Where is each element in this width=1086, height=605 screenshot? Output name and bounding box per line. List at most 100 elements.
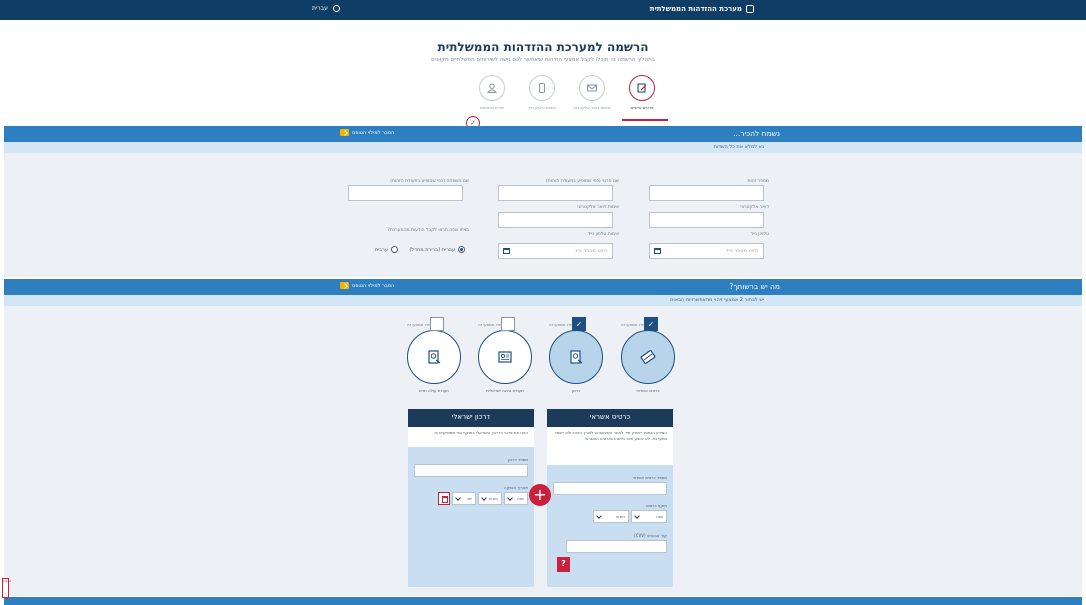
globe-icon <box>332 5 340 12</box>
language-label: עברית <box>312 5 328 12</box>
issue-date-selects: שנה חודש יום <box>414 492 528 505</box>
form-guide-link[interactable]: הסבר למילוי הטופס <box>340 129 394 136</box>
doc-driving-license[interactable]: בחרו אמצעי זה תעודת נהיגה ישראלית <box>478 317 532 393</box>
card-number-label: מספר כרטיס אשראי <box>632 475 667 480</box>
last-name-input[interactable] <box>348 185 463 201</box>
id-input[interactable] <box>649 185 764 201</box>
first-name-input[interactable] <box>498 185 613 201</box>
select-value: חודש <box>489 496 498 501</box>
issue-day-select[interactable]: יום <box>452 492 476 505</box>
language-switcher[interactable]: עברית <box>312 5 340 12</box>
chevron-down-icon <box>634 512 640 519</box>
select-value: יום <box>467 496 472 501</box>
step-create-user: יצירת משתמש <box>472 75 512 110</box>
page-subtitle: בתהליך הרשמה זה תוכלו לקבל אמצעי הזדהות … <box>431 57 655 63</box>
panel-note: הזינו את פרטי הדרכון הישראלי בתוקף כפי ש… <box>408 427 534 447</box>
checkbox-icon[interactable] <box>430 317 444 331</box>
chevron-down-icon <box>596 512 602 519</box>
personal-details-form: מספר זהות דואר אלקטרוני טלפון נייד הזינו… <box>4 153 1082 277</box>
page-title: הרשמה למערכת ההזדהות הממשלתית <box>437 40 649 54</box>
doc-label: תעודת נהיגה ישראלית <box>486 388 524 393</box>
radio-arabic[interactable]: ערבית <box>375 246 398 253</box>
immigrant-certificate-icon <box>407 330 461 384</box>
radio-button[interactable] <box>458 246 465 253</box>
expiry-month-select[interactable]: חודש <box>593 510 629 523</box>
cvv-input[interactable] <box>566 540 667 553</box>
issue-year-select[interactable]: שנה <box>504 492 528 505</box>
doc-label: תעודת עולה חדש <box>419 388 449 393</box>
select-value: שנה <box>516 496 524 501</box>
section-note: יש לבחור 2 אמצעי זיהוי מהאפשרויות הבאות <box>670 297 764 303</box>
radio-hebrew-label: עברית (ברירת מחדל) <box>409 246 455 253</box>
select-value: חודש <box>616 514 625 519</box>
card-number-input[interactable] <box>553 482 667 495</box>
panel-note: המידע הנמסר יימחק מיד לאחר השימוש בו לצו… <box>547 427 673 465</box>
mobile-phone-icon <box>529 75 555 101</box>
checkbox-checked-icon[interactable]: ✓ <box>644 317 658 331</box>
step-label: יצירת משתמש <box>479 105 505 110</box>
video-icon <box>340 129 349 136</box>
mobile-input[interactable]: הזינו מספר נייד <box>649 243 764 259</box>
credit-card-icon <box>621 330 675 384</box>
government-emblem-icon <box>746 5 754 13</box>
section-title: נשמח להכיר... <box>733 129 780 138</box>
mobile-confirm-placeholder: הזינו מספר נייד <box>574 248 607 254</box>
passport-number-input[interactable] <box>414 464 528 477</box>
mobile-confirm-label: אימות טלפון נייד <box>587 232 619 237</box>
panel-title: דרכון ישראלי <box>408 409 534 427</box>
mobile-placeholder: הזינו מספר נייד <box>725 248 758 254</box>
form-guide-link[interactable]: הסבר למילוי הטופס <box>340 282 394 289</box>
doc-credit-card[interactable]: בחרו אמצעי זה ✓ כרטיס אשראי <box>621 317 675 393</box>
doc-immigrant-certificate[interactable]: בחרו אמצעי זה תעודת עולה חדש <box>407 317 461 393</box>
passport-panel: דרכון ישראלי הזינו את פרטי הדרכון הישראל… <box>408 409 534 587</box>
radio-button[interactable] <box>391 246 398 253</box>
passport-icon <box>549 330 603 384</box>
active-step-indicator <box>622 119 668 121</box>
brand-label: מערכת ההזדהות הממשלתית <box>649 5 742 13</box>
email-icon <box>579 75 605 101</box>
issue-month-select[interactable]: חודש <box>478 492 502 505</box>
country-code-icon <box>503 248 510 254</box>
chevron-down-icon <box>481 494 487 501</box>
expiry-year-select[interactable]: שנה <box>631 510 667 523</box>
add-document-button[interactable]: + <box>529 484 551 506</box>
brand-logo[interactable]: מערכת ההזדהות הממשלתית <box>650 5 754 13</box>
step-personal-details[interactable]: פרטים אישיים <box>622 75 662 110</box>
email-label: דואר אלקטרוני <box>740 205 769 210</box>
calendar-icon[interactable] <box>438 492 450 505</box>
step-mobile-verification: אימות טלפון נייד <box>522 75 562 110</box>
checkbox-icon[interactable] <box>501 317 515 331</box>
passport-number-label: מספר דרכון <box>507 457 528 462</box>
panel-title: כרטיס אשראי <box>547 409 673 427</box>
issue-date-label: תאריך הנפקה <box>503 485 528 490</box>
mobile-label: טלפון נייד <box>750 232 769 237</box>
checkbox-checked-icon[interactable]: ✓ <box>572 317 586 331</box>
step-label: אימות דואר אלקטרוני <box>573 105 611 110</box>
step-email-verification: אימות דואר אלקטרוני <box>572 75 612 110</box>
registration-steps: פרטים אישיים אימות דואר אלקטרוני אימות ט… <box>470 75 670 125</box>
email-input[interactable] <box>649 212 764 228</box>
email-confirm-label: אימות דואר אלקטרוני <box>577 205 619 210</box>
section-info-strip: נא למלא את כל השדות <box>4 142 1082 153</box>
section-documents-header: מה יש ברשותך? הסבר למילוי הטופס <box>4 279 1082 295</box>
form-edit-icon <box>629 75 655 101</box>
card-expiry-label: תוקף כרטיס <box>646 503 667 508</box>
radio-arabic-label: ערבית <box>374 246 388 253</box>
accessibility-tab[interactable]: נגישות <box>2 578 11 598</box>
radio-hebrew[interactable]: עברית (ברירת מחדל) <box>409 246 465 253</box>
credit-card-panel: כרטיס אשראי המידע הנמסר יימחק מיד לאחר ה… <box>547 409 673 587</box>
cvv-help-button[interactable]: ? <box>557 557 570 572</box>
mobile-confirm-input[interactable]: הזינו מספר נייד <box>498 243 613 259</box>
email-confirm-input[interactable] <box>498 212 613 228</box>
chevron-down-icon <box>507 494 513 501</box>
section-info-strip: יש לבחור 2 אמצעי זיהוי מהאפשרויות הבאות <box>4 295 1082 306</box>
doc-passport[interactable]: בחרו אמצעי זה ✓ דרכון <box>549 317 603 393</box>
chevron-down-icon <box>455 494 461 501</box>
step-label: אימות טלפון נייד <box>528 105 556 110</box>
id-label: מספר זהות <box>747 179 769 184</box>
doc-label: כרטיס אשראי <box>636 388 660 393</box>
card-expiry-selects: שנה חודש <box>553 510 667 523</box>
select-value: שנה <box>655 514 663 519</box>
documents-selection <box>4 306 1082 596</box>
top-navigation-bar: מערכת ההזדהות הממשלתית עברית <box>0 0 1086 20</box>
